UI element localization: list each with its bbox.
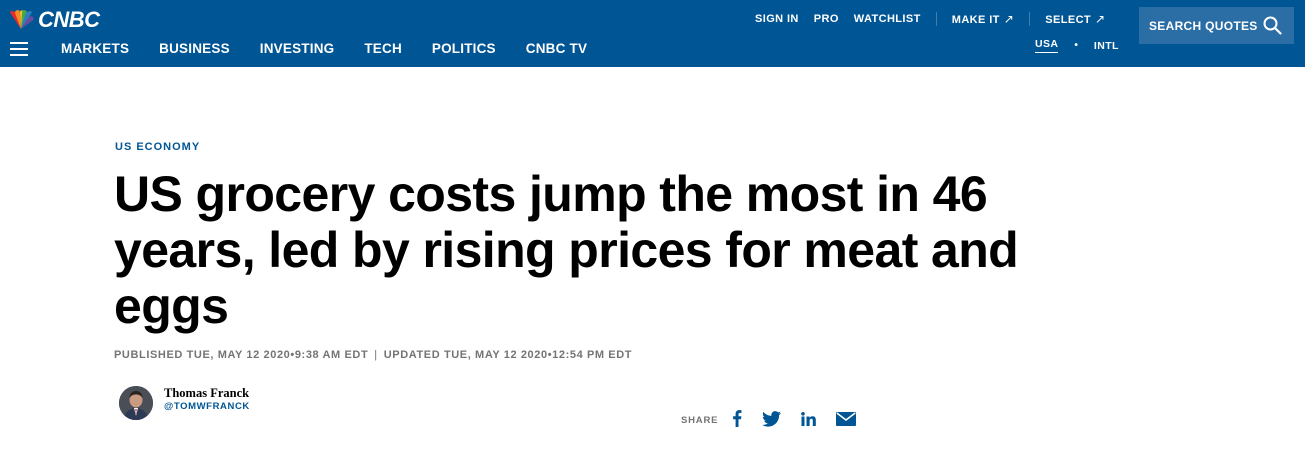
menu-icon[interactable]	[10, 42, 28, 56]
make-it-label: MAKE IT	[951, 13, 1000, 26]
select-link[interactable]: SELECT ↗	[1045, 13, 1105, 26]
main-nav: MARKETS BUSINESS INVESTING TECH POLITICS…	[61, 41, 617, 57]
utility-divider	[1029, 12, 1031, 26]
utility-nav: SIGN IN PRO WATCHLIST MAKE IT ↗ SELECT ↗	[755, 12, 1106, 26]
select-label: SELECT	[1045, 13, 1092, 26]
search-icon	[1263, 16, 1282, 35]
author-byline: Thomas Franck @TOMWFRANCK	[119, 386, 250, 420]
avatar[interactable]	[119, 386, 153, 420]
article-timestamps: PUBLISHED TUE, MAY 12 2020•9:38 AM EDT |…	[114, 349, 632, 361]
region-intl[interactable]: INTL	[1094, 40, 1119, 52]
linkedin-icon[interactable]	[801, 411, 817, 426]
utility-divider	[935, 12, 937, 26]
published-time: PUBLISHED TUE, MAY 12 2020•9:38 AM EDT	[114, 349, 369, 361]
twitter-icon[interactable]	[762, 410, 782, 427]
peacock-icon	[10, 10, 34, 29]
nav-markets[interactable]: MARKETS	[61, 41, 129, 57]
email-icon[interactable]	[836, 411, 857, 426]
section-kicker[interactable]: US ECONOMY	[115, 141, 200, 153]
watchlist-link[interactable]: WATCHLIST	[854, 13, 921, 25]
facebook-icon[interactable]	[732, 410, 742, 427]
article-headline: US grocery costs jump the most in 46 yea…	[114, 166, 1019, 334]
cnbc-logo[interactable]: CNBC	[6, 9, 100, 31]
region-usa[interactable]: USA	[1035, 38, 1059, 53]
pro-link[interactable]: PRO	[814, 13, 839, 25]
nav-politics[interactable]: POLITICS	[432, 41, 496, 57]
nav-business[interactable]: BUSINESS	[159, 41, 230, 57]
timestamp-separator: |	[374, 349, 378, 361]
logo-wordmark: CNBC	[38, 7, 100, 32]
sign-in-link[interactable]: SIGN IN	[755, 13, 799, 25]
nav-cnbc-tv[interactable]: CNBC TV	[526, 41, 587, 57]
share-label: SHARE	[681, 414, 719, 426]
share-bar: SHARE	[681, 410, 876, 427]
author-info: Thomas Franck @TOMWFRANCK	[164, 386, 250, 414]
search-quotes-label: SEARCH QUOTES	[1149, 18, 1258, 33]
nav-tech[interactable]: TECH	[364, 41, 402, 57]
search-quotes-button[interactable]: SEARCH QUOTES	[1139, 7, 1294, 44]
make-it-link[interactable]: MAKE IT ↗	[952, 13, 1015, 26]
external-arrow-icon: ↗	[1003, 11, 1015, 26]
region-switch: USA • INTL	[1035, 38, 1119, 53]
region-separator: •	[1074, 40, 1078, 51]
updated-time: UPDATED TUE, MAY 12 2020•12:54 PM EDT	[383, 349, 633, 361]
nav-investing[interactable]: INVESTING	[260, 41, 335, 57]
author-name[interactable]: Thomas Franck	[164, 386, 250, 400]
author-twitter-handle[interactable]: @TOMWFRANCK	[164, 400, 250, 414]
site-header: CNBC MARKETS BUSINESS INVESTING TECH POL…	[0, 0, 1305, 67]
external-arrow-icon: ↗	[1095, 11, 1106, 26]
